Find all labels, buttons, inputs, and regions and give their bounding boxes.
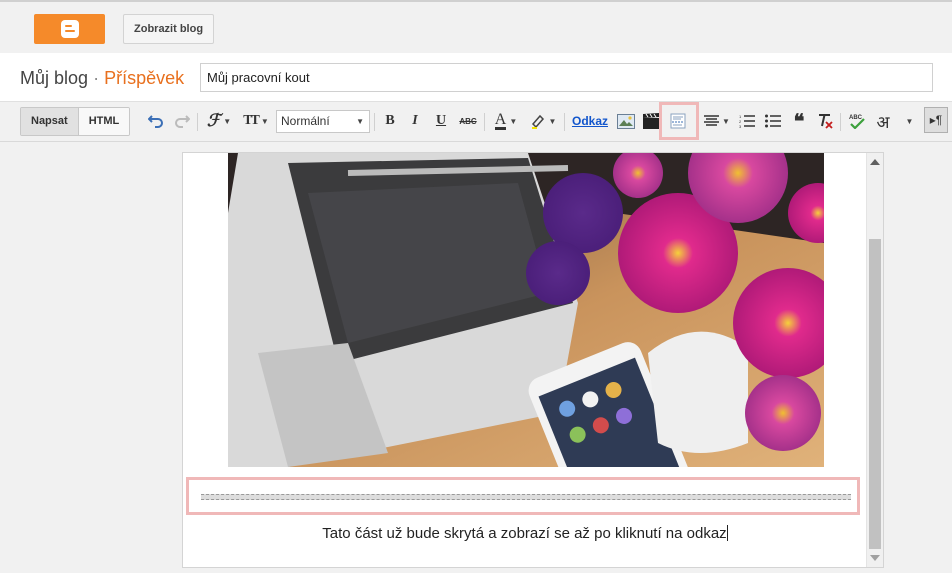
align-icon xyxy=(704,115,720,126)
underline-button[interactable]: U xyxy=(431,110,451,132)
font-icon: ℱ xyxy=(206,111,221,130)
toolbar-separator xyxy=(564,113,565,131)
chevron-down-icon: ▼ xyxy=(260,116,269,126)
chevron-down-icon: ▼ xyxy=(548,116,557,126)
text-cursor xyxy=(726,525,728,541)
font-size-dropdown[interactable]: TT ▼ xyxy=(240,110,272,132)
html-mode-button[interactable]: HTML xyxy=(78,108,130,135)
italic-button[interactable]: I xyxy=(405,110,425,132)
top-bar: Zobrazit blog xyxy=(0,0,952,53)
text-color-icon: A xyxy=(494,111,507,130)
post-title-input[interactable] xyxy=(200,63,933,92)
blogger-mark xyxy=(60,20,79,38)
post-editor[interactable]: Tato část už bude skrytá a zobrazí se až… xyxy=(182,152,884,568)
toolbar-separator xyxy=(484,113,485,131)
scroll-down-icon[interactable] xyxy=(870,555,880,561)
highlight-color-dropdown[interactable]: ▼ xyxy=(527,110,559,132)
undo-icon[interactable] xyxy=(146,110,166,132)
blog-name[interactable]: Můj blog xyxy=(20,68,88,88)
editor-toolbar: Napsat HTML ℱ ▼ TT ▼ Normální ▼ B I U ABC … xyxy=(0,101,952,142)
text-direction-button[interactable]: ▸¶ xyxy=(924,107,948,133)
title-bar: Můj blog · Příspěvek xyxy=(0,53,952,101)
quote-icon[interactable]: ❝ xyxy=(789,110,809,133)
breadcrumb-separator: · xyxy=(93,68,100,88)
svg-text:3: 3 xyxy=(739,124,742,128)
breadcrumb: Můj blog · Příspěvek xyxy=(20,68,184,89)
paragraph-format-select[interactable]: Normální ▼ xyxy=(276,110,370,133)
section-label: Příspěvek xyxy=(104,68,185,88)
alignment-dropdown[interactable]: ▼ xyxy=(702,110,732,132)
font-family-dropdown[interactable]: ℱ ▼ xyxy=(204,110,234,132)
text-color-dropdown[interactable]: A ▼ xyxy=(490,110,522,132)
numbered-list-icon[interactable]: 123 xyxy=(737,110,757,132)
strikethrough-button[interactable]: ABC xyxy=(456,110,480,132)
spellcheck-icon[interactable]: ABC xyxy=(846,110,868,132)
insert-link-button[interactable]: Odkaz xyxy=(570,110,610,132)
chevron-down-icon: ▼ xyxy=(905,116,914,126)
editor-scrollbar[interactable] xyxy=(866,153,883,567)
clear-formatting-icon[interactable] xyxy=(815,110,835,132)
insert-image-icon[interactable] xyxy=(615,110,637,132)
jump-break-button-highlight xyxy=(659,102,699,140)
jump-break-line[interactable] xyxy=(201,494,851,500)
blogger-logo-icon[interactable] xyxy=(34,14,105,44)
body-text-content: Tato část už bude skrytá a zobrazí se až… xyxy=(322,525,727,542)
toolbar-separator xyxy=(197,113,198,131)
more-options-dropdown[interactable]: ▼ xyxy=(901,110,915,132)
scrollbar-thumb[interactable] xyxy=(869,239,881,549)
post-body-text[interactable]: Tato část už bude skrytá a zobrazí se až… xyxy=(183,525,867,542)
highlighter-icon xyxy=(531,114,544,129)
toolbar-separator xyxy=(374,113,375,131)
laptop-phone-flowers-photo xyxy=(228,153,824,467)
bulleted-list-icon[interactable] xyxy=(763,110,783,132)
post-image[interactable] xyxy=(228,153,824,467)
chevron-down-icon: ▼ xyxy=(223,116,232,126)
chevron-down-icon: ▼ xyxy=(722,116,730,126)
chevron-down-icon: ▼ xyxy=(509,116,518,126)
jump-break-highlight xyxy=(186,477,860,515)
svg-text:ABC: ABC xyxy=(849,115,863,121)
chevron-down-icon: ▼ xyxy=(356,117,364,126)
font-size-icon: TT xyxy=(243,113,260,128)
bold-button[interactable]: B xyxy=(380,110,400,132)
view-blog-button[interactable]: Zobrazit blog xyxy=(123,14,215,44)
format-value: Normální xyxy=(281,114,330,128)
redo-icon[interactable] xyxy=(172,110,192,132)
transliteration-icon[interactable]: अ xyxy=(874,110,892,132)
compose-mode-button[interactable]: Napsat xyxy=(21,108,79,135)
scroll-up-icon[interactable] xyxy=(870,159,880,165)
toolbar-separator xyxy=(840,113,841,131)
mode-switch: Napsat HTML xyxy=(20,107,131,136)
